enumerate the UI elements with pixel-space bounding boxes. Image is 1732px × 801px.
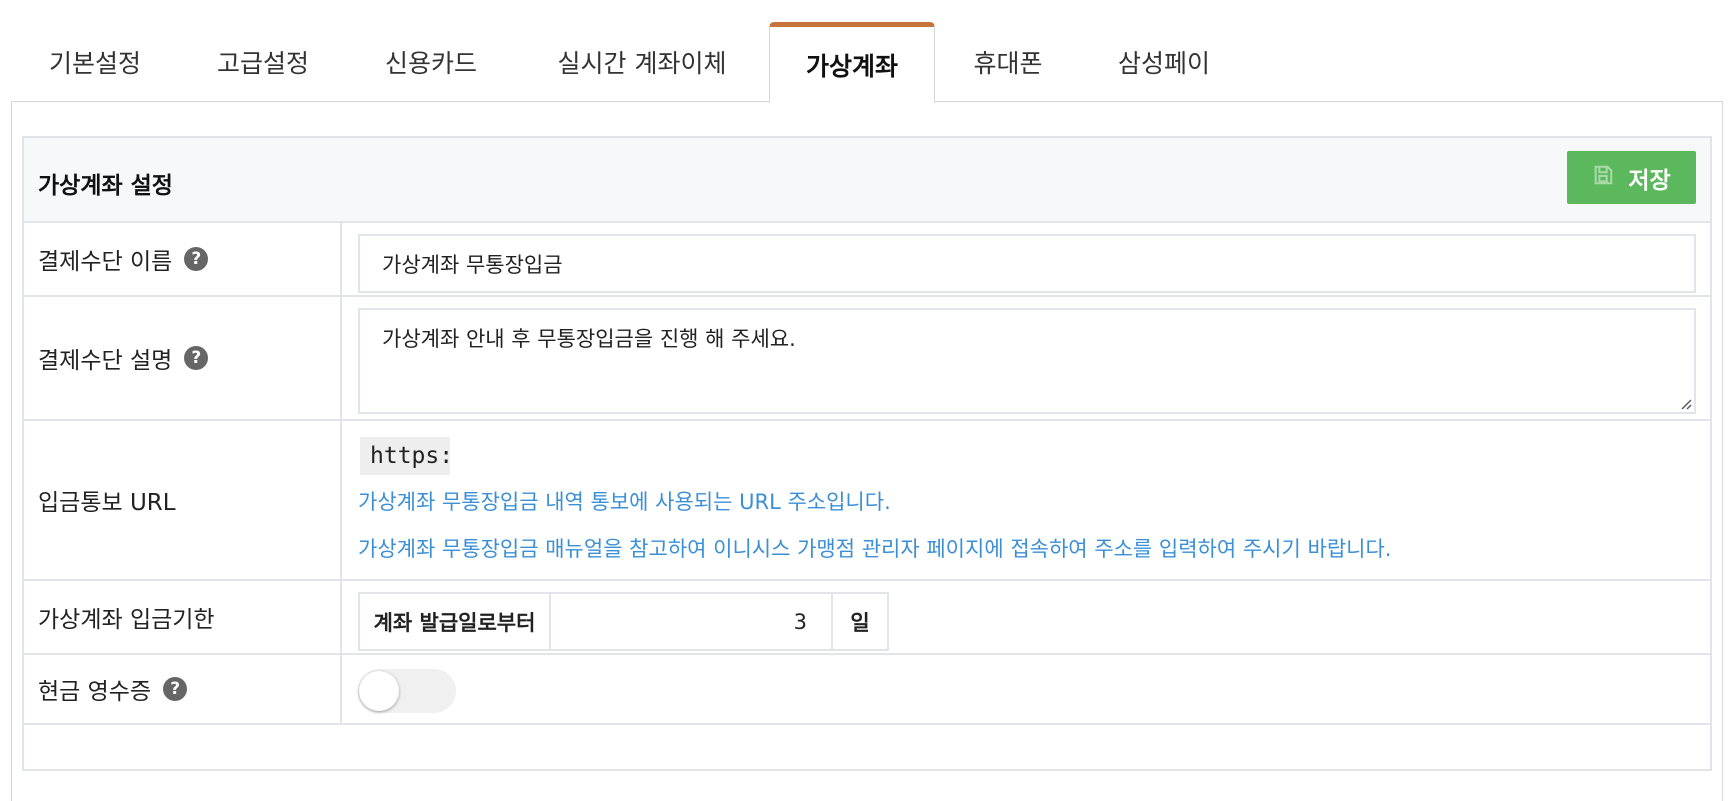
method-desc-label: 결제수단 설명	[38, 348, 173, 374]
method-name-input[interactable]: 가상계좌 무통장입금	[358, 234, 1696, 293]
save-button[interactable]: 저장	[1567, 151, 1696, 204]
virtual-account-settings-box: 가상계좌 설정 저장 결제수단 이름 ? 가상계좌 무통장입금 결제수단 설명 …	[22, 136, 1712, 771]
field-body: 계좌 발급일로부터 3 일	[344, 581, 1710, 653]
question-circle-icon[interactable]: ?	[184, 346, 209, 370]
deadline-days-input[interactable]: 3	[551, 592, 831, 651]
deadline-suffix: 일	[831, 592, 889, 651]
tab-virtual-account[interactable]: 가상계좌	[769, 22, 935, 103]
tab-basic-settings[interactable]: 기본설정	[11, 22, 179, 102]
row-cash-receipt: 현금 영수증 ?	[24, 655, 1710, 725]
deadline-label: 가상계좌 입금기한	[38, 607, 215, 633]
notify-url-note: 가상계좌 무통장입금 내역 통보에 사용되는 URL 주소입니다.	[358, 490, 891, 514]
tab-advanced-settings[interactable]: 고급설정	[179, 22, 347, 102]
field-label: 결제수단 설명 ?	[24, 297, 342, 419]
section-title: 가상계좌 설정	[38, 173, 173, 199]
floppy-disk-icon	[1592, 164, 1614, 192]
question-circle-icon[interactable]: ?	[184, 247, 209, 271]
notify-url-manual-note: 가상계좌 무통장입금 매뉴얼을 참고하여 이니시스 가맹점 관리자 페이지에 접…	[358, 537, 1392, 561]
method-desc-text: 가상계좌 안내 후 무통장입금을 진행 해 주세요.	[382, 327, 796, 351]
field-label: 가상계좌 입금기한	[24, 581, 342, 653]
row-method-name: 결제수단 이름 ? 가상계좌 무통장입금	[24, 223, 1710, 297]
notify-url-label: 입금통보 URL	[38, 490, 176, 516]
field-label: 현금 영수증 ?	[24, 655, 342, 723]
tab-credit-card[interactable]: 신용카드	[347, 22, 515, 102]
tab-bar: 기본설정 고급설정 신용카드 실시간 계좌이체 가상계좌 휴대폰 삼성페이	[11, 22, 1723, 103]
settings-header: 가상계좌 설정 저장	[24, 138, 1710, 223]
resize-grip-icon[interactable]	[1678, 396, 1692, 410]
method-name-label: 결제수단 이름	[38, 249, 173, 275]
tab-mobile[interactable]: 휴대폰	[935, 22, 1081, 102]
deadline-input-group: 계좌 발급일로부터 3 일	[358, 592, 889, 651]
tab-samsung-pay[interactable]: 삼성페이	[1081, 22, 1247, 102]
row-notify-url: 입금통보 URL https:// 가상계좌 무통장입금 내역 통보에 사용되는…	[24, 421, 1710, 581]
field-label: 입금통보 URL	[24, 421, 342, 579]
cash-receipt-toggle[interactable]	[358, 669, 456, 713]
field-label: 결제수단 이름 ?	[24, 223, 342, 295]
field-body	[344, 655, 1710, 723]
row-deposit-deadline: 가상계좌 입금기한 계좌 발급일로부터 3 일	[24, 581, 1710, 655]
row-method-desc: 결제수단 설명 ? 가상계좌 안내 후 무통장입금을 진행 해 주세요.	[24, 297, 1710, 421]
cash-receipt-label: 현금 영수증	[38, 679, 152, 705]
save-label: 저장	[1628, 167, 1671, 194]
method-desc-textarea[interactable]: 가상계좌 안내 후 무통장입금을 진행 해 주세요.	[358, 308, 1696, 414]
field-body: 가상계좌 안내 후 무통장입금을 진행 해 주세요.	[344, 297, 1710, 419]
notify-url-value[interactable]: https://	[360, 437, 450, 475]
toggle-knob	[359, 671, 399, 711]
deadline-prefix: 계좌 발급일로부터	[358, 592, 551, 651]
tab-realtime-transfer[interactable]: 실시간 계좌이체	[515, 22, 769, 102]
field-body: https:// 가상계좌 무통장입금 내역 통보에 사용되는 URL 주소입니…	[344, 421, 1710, 579]
field-body: 가상계좌 무통장입금	[344, 223, 1710, 295]
question-circle-icon[interactable]: ?	[163, 677, 188, 701]
